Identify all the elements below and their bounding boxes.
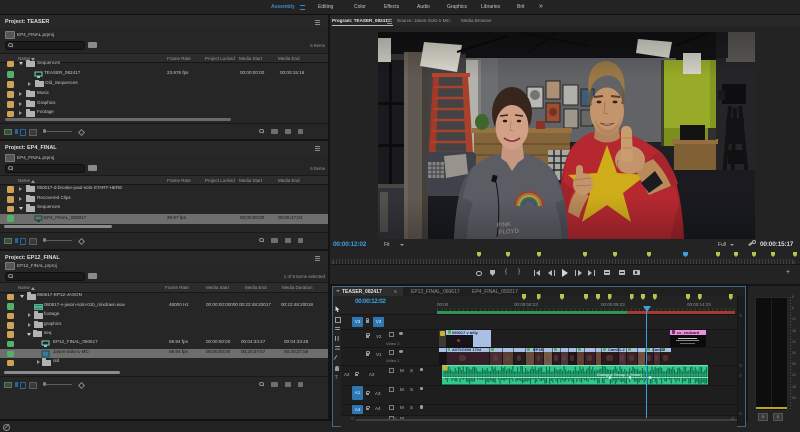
svg-text:Dialogue Group 1 (Voice): Dialogue Group 1 (Voice) bbox=[597, 372, 643, 377]
